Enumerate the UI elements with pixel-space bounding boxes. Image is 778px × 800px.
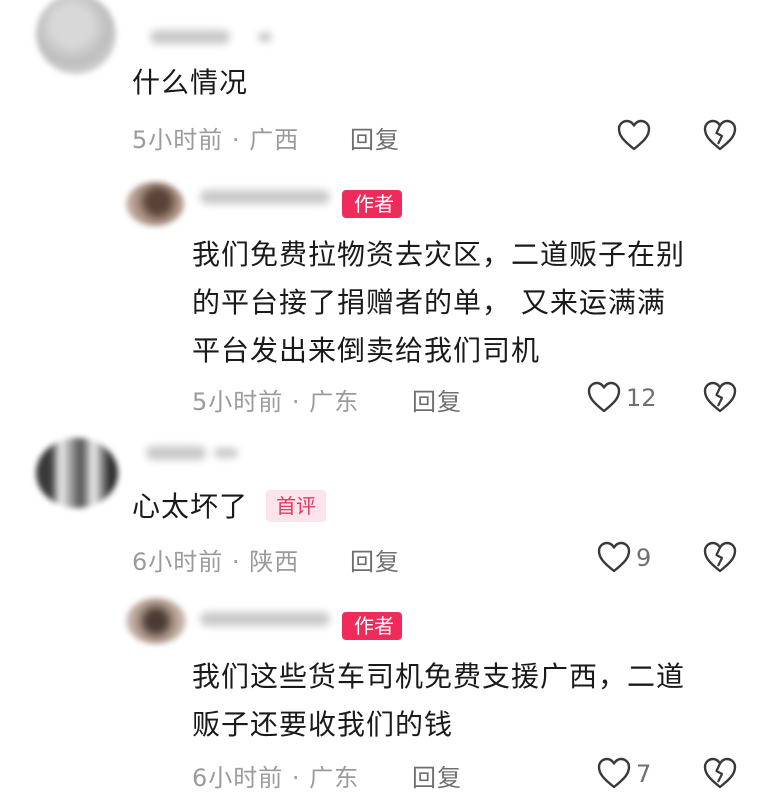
commenter-name-blurred — [214, 448, 238, 458]
reply-meta: 6小时前 · 广东 — [192, 758, 359, 793]
author-avatar[interactable] — [126, 598, 186, 644]
heart-outline-icon[interactable] — [596, 756, 632, 790]
broken-heart-icon[interactable] — [702, 118, 738, 152]
comment-text: 心太坏了 — [132, 490, 249, 523]
comment-time: 5小时前 — [132, 126, 224, 154]
reply-text-line: 的平台接了捐赠者的单， 又来运满满 — [192, 286, 666, 319]
commenter-avatar[interactable] — [36, 438, 118, 508]
author-badge: 作者 — [342, 612, 402, 640]
reply-button[interactable]: 回复 — [350, 120, 400, 155]
commenter-name-blurred — [146, 446, 206, 460]
first-comment-badge: 首评 — [266, 490, 326, 522]
like-count: 12 — [626, 384, 657, 412]
comment-meta: 5小时前 · 广西 — [132, 120, 299, 155]
comment-location: 广西 — [249, 126, 300, 154]
reply-meta: 5小时前 · 广东 — [192, 382, 359, 417]
reply-text-line: 贩子还要收我们的钱 — [192, 708, 454, 741]
author-avatar[interactable] — [126, 182, 184, 226]
like-count: 9 — [636, 544, 652, 572]
broken-heart-icon[interactable] — [702, 756, 738, 790]
author-name-blurred — [200, 612, 330, 626]
reply-text: 我们免费拉物资去灾区，二道贩子在别 的平台接了捐赠者的单， 又来运满满 平台发出… — [192, 236, 685, 370]
reply-time: 6小时前 — [192, 764, 284, 792]
broken-heart-icon[interactable] — [702, 540, 738, 574]
author-name-blurred — [200, 190, 330, 204]
meta-separator: · — [291, 388, 301, 416]
comment-text: 什么情况 — [132, 66, 249, 99]
commenter-name-blurred — [258, 32, 272, 42]
meta-separator: · — [231, 126, 241, 154]
reply-time: 5小时前 — [192, 388, 284, 416]
heart-outline-icon[interactable] — [616, 118, 652, 152]
reply-button[interactable]: 回复 — [412, 382, 462, 417]
reply-location: 广东 — [309, 388, 360, 416]
commenter-name-blurred[interactable] — [150, 30, 230, 44]
like-count: 7 — [636, 760, 652, 788]
comment-location: 陕西 — [249, 548, 300, 576]
heart-outline-icon[interactable] — [586, 380, 622, 414]
comment-time: 6小时前 — [132, 548, 224, 576]
reply-button[interactable]: 回复 — [350, 542, 400, 577]
commenter-avatar[interactable] — [36, 0, 116, 74]
reply-text: 我们这些货车司机免费支援广西，二道 贩子还要收我们的钱 — [192, 658, 685, 744]
meta-separator: · — [291, 764, 301, 792]
reply-text-line: 平台发出来倒卖给我们司机 — [192, 334, 541, 367]
heart-outline-icon[interactable] — [596, 540, 632, 574]
reply-button[interactable]: 回复 — [412, 758, 462, 793]
reply-location: 广东 — [309, 764, 360, 792]
broken-heart-icon[interactable] — [702, 380, 738, 414]
meta-separator: · — [231, 548, 241, 576]
comment-meta: 6小时前 · 陕西 — [132, 542, 299, 577]
author-badge: 作者 — [342, 190, 402, 218]
reply-text-line: 我们免费拉物资去灾区，二道贩子在别 — [192, 238, 686, 271]
reply-text-line: 我们这些货车司机免费支援广西，二道 — [192, 660, 686, 693]
